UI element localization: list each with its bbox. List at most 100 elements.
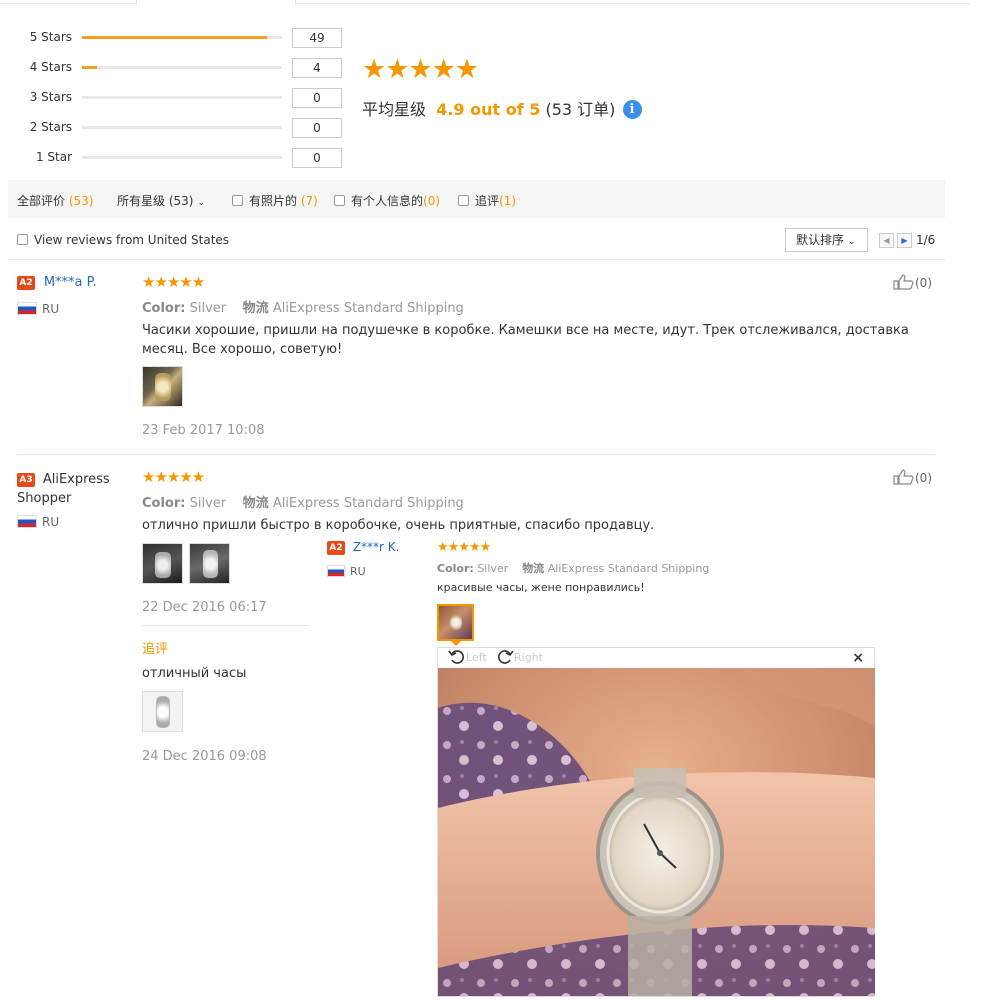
histogram-track <box>82 36 282 39</box>
review-meta: Color: Silver 物流 AliExpress Standard Shi… <box>142 297 464 316</box>
helpful-count: (0) <box>915 471 932 485</box>
histogram-label: 3 Stars <box>29 90 72 104</box>
reviewer-country: RU <box>17 515 59 529</box>
image-viewer: Left Right × <box>437 647 875 997</box>
histogram-count[interactable]: 4 <box>292 58 342 78</box>
reviewer-country: RU <box>17 302 59 316</box>
shipping-label: 物流 <box>242 496 269 511</box>
review-photo-thumbnail[interactable] <box>142 366 183 407</box>
filter-follow-up[interactable]: 追评(1) <box>458 192 516 209</box>
average-label: 平均星级 <box>362 100 427 119</box>
close-icon[interactable]: × <box>852 650 864 666</box>
thumbs-up-icon <box>893 469 914 485</box>
country-code: RU <box>42 515 60 529</box>
color-value: Silver <box>189 301 227 316</box>
chevron-down-icon: ⌄ <box>197 198 206 208</box>
histogram-fill <box>82 36 267 39</box>
review-stars: ★★★★★ <box>437 540 491 555</box>
followup-text: отличный часы <box>142 666 247 681</box>
review-date: 23 Feb 2017 10:08 <box>142 423 265 438</box>
histogram-count[interactable]: 0 <box>292 88 342 108</box>
color-value: Silver <box>189 496 227 511</box>
orders-suffix: ) <box>609 100 616 119</box>
filter-with-photos-label: 有照片的 <box>249 194 298 208</box>
russia-flag-icon <box>327 565 345 577</box>
helpful-count: (0) <box>915 276 932 290</box>
page-indicator: 1/6 <box>916 233 936 247</box>
histogram-track <box>82 66 282 69</box>
rotate-left-button[interactable]: Left <box>448 648 487 666</box>
watch-image <box>155 552 171 578</box>
filter-all[interactable]: 全部评价 (53) <box>17 192 93 209</box>
rotate-right-button[interactable]: Right <box>496 648 543 666</box>
shipping-label: 物流 <box>242 301 269 316</box>
review-text: красивые часы, жене понравились! <box>437 581 645 594</box>
thumbs-up-icon <box>893 274 914 290</box>
helpful-button[interactable]: (0) <box>893 274 932 290</box>
histogram-label: 2 Stars <box>29 120 72 134</box>
histogram-count[interactable]: 0 <box>292 118 342 138</box>
viewer-toolbar: Left Right × <box>438 648 874 668</box>
histogram-row-2: 2 Stars 0 <box>0 118 350 138</box>
watch-image <box>203 550 218 578</box>
rotate-left-label: Left <box>466 651 487 664</box>
country-code: RU <box>350 565 366 578</box>
filter-with-photos-count: (7) <box>300 194 318 208</box>
filter-personal-info-label: 有个人信息的 <box>351 194 424 208</box>
checkbox[interactable] <box>17 234 28 245</box>
review-date: 22 Dec 2016 06:17 <box>142 600 267 615</box>
filter-stars-label: 所有星级 <box>117 194 166 208</box>
followup-label: 追评 <box>142 642 169 657</box>
orders-unit: 订单 <box>577 100 610 119</box>
histogram-label: 5 Stars <box>29 30 72 44</box>
histogram-label: 4 Stars <box>29 60 72 74</box>
histogram-row-4: 4 Stars 4 <box>0 58 350 78</box>
filter-with-photos[interactable]: 有照片的 (7) <box>232 192 318 209</box>
review-photo-thumbnail-selected[interactable] <box>437 604 474 641</box>
review-photo-thumbnail[interactable] <box>189 543 230 584</box>
prev-page-button[interactable]: ◀ <box>879 233 894 248</box>
filter-stars-count: (53) <box>168 194 194 208</box>
reviewer-name[interactable]: M***a P. <box>44 275 97 290</box>
filter-stars-dropdown[interactable]: 所有星级 (53) ⌄ <box>117 192 205 209</box>
filter-personal-info[interactable]: 有个人信息的(0) <box>334 192 440 209</box>
histogram-row-1: 1 Star 0 <box>0 148 350 168</box>
filter-personal-info-count: (0) <box>423 194 441 208</box>
average-stars: ★★★★★ <box>362 54 479 85</box>
sort-dropdown[interactable]: 默认排序 ⌄ <box>785 228 868 252</box>
rotate-right-icon <box>498 650 514 664</box>
histogram-track <box>82 156 282 159</box>
view-us-reviews[interactable]: View reviews from United States <box>17 233 229 247</box>
histogram-track <box>82 96 282 99</box>
shipping-value: AliExpress Standard Shipping <box>272 496 464 511</box>
color-label: Color: <box>142 496 186 511</box>
average-rating: 4.9 out of 5 <box>436 100 541 119</box>
reviewer-info: A2 Z***r K. <box>327 540 399 555</box>
review-meta: Color: Silver 物流 AliExpress Standard Shi… <box>437 560 709 576</box>
average-rating-line: 平均星级 4.9 out of 5 (53 订单) i <box>362 96 642 120</box>
chevron-down-icon: ⌄ <box>848 237 856 247</box>
histogram-count[interactable]: 49 <box>292 28 342 48</box>
reviewer-name[interactable]: Z***r K. <box>353 540 400 554</box>
checkbox[interactable] <box>232 195 243 206</box>
next-page-button[interactable]: ▶ <box>897 233 912 248</box>
watch-image <box>155 373 171 401</box>
review-text: Часики хорошие, пришли на подушечке в ко… <box>142 323 909 357</box>
divider <box>8 259 945 260</box>
helpful-button[interactable]: (0) <box>893 469 932 485</box>
selected-pointer <box>451 641 461 646</box>
followup-photo-thumbnail[interactable] <box>142 691 183 732</box>
shipping-value: AliExpress Standard Shipping <box>547 562 710 575</box>
filter-bar: 全部评价 (53) 所有星级 (53) ⌄ 有照片的 (7) 有个人信息的(0) … <box>8 180 945 218</box>
user-level-badge: A2 <box>17 276 35 290</box>
review-photo-thumbnail[interactable] <box>142 543 183 584</box>
histogram-count[interactable]: 0 <box>292 148 342 168</box>
info-icon[interactable]: i <box>622 100 642 119</box>
russia-flag-icon <box>17 302 37 315</box>
active-tab-edge <box>136 0 296 5</box>
histogram-label: 1 Star <box>35 150 72 164</box>
review-text: отлично пришли быстро в коробочке, очень… <box>142 518 655 533</box>
checkbox[interactable] <box>458 195 469 206</box>
enlarged-photo[interactable] <box>438 668 875 996</box>
checkbox[interactable] <box>334 195 345 206</box>
